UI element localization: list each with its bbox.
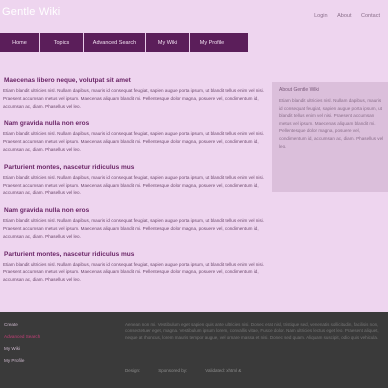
nav-home[interactable]: Home	[0, 33, 40, 52]
footer-link-advanced-search[interactable]: Advanced Search	[4, 334, 40, 339]
nav-my-profile[interactable]: My Profile	[190, 33, 234, 52]
nav-topics[interactable]: Topics	[40, 33, 84, 52]
article-title[interactable]: Parturient montes, nascetur ridiculus mu…	[4, 251, 271, 258]
site-header: Gentle Wiki Login About Contact	[0, 0, 388, 32]
footer-link-create[interactable]: Create	[4, 322, 40, 327]
credit-sponsored: Sponsored by:	[158, 368, 188, 373]
credit-validated: Validated: xhtml &	[205, 368, 242, 373]
footer-credits: Design: Sponsored by: Validated: xhtml &	[125, 368, 383, 373]
article: Nam gravida nulla non eros Etiam blandit…	[3, 120, 271, 153]
sidebar-body: Etiam blandit ultricies nisl. Nullam dap…	[279, 98, 384, 149]
article: Maecenas libero neque, volutpat sit amet…	[3, 77, 271, 110]
article: Parturient montes, nascetur ridiculus mu…	[3, 251, 271, 284]
article-body: Etiam blandit ultricies nisl. Nullam dap…	[3, 174, 264, 196]
article-title[interactable]: Parturient montes, nascetur ridiculus mu…	[4, 164, 271, 171]
main-nav: Home Topics Advanced Search My Wiki My P…	[0, 33, 248, 52]
article-body: Etiam blandit ultricies nisl. Nullam dap…	[3, 131, 264, 152]
article-body: Etiam blandit ultricies nisl. Nullam dap…	[3, 261, 264, 283]
credit-design: Design:	[125, 368, 141, 373]
footer-text: Aenean non mi. Vestibulum eget sapien qu…	[125, 322, 379, 340]
footer-link-my-wiki[interactable]: My Wiki	[4, 346, 40, 351]
sidebar-about: About Gentle Wiki Etiam blandit ultricie…	[272, 82, 388, 192]
login-link[interactable]: Login	[314, 13, 327, 19]
nav-advanced-search[interactable]: Advanced Search	[84, 33, 146, 52]
article: Parturient montes, nascetur ridiculus mu…	[3, 164, 271, 197]
contact-link[interactable]: Contact	[361, 13, 380, 19]
article-title[interactable]: Nam gravida nulla non eros	[4, 120, 271, 127]
article-body: Etiam blandit ultricies nisl. Nullam dap…	[3, 218, 264, 239]
nav-my-wiki[interactable]: My Wiki	[146, 33, 190, 52]
top-links: Login About Contact	[306, 13, 380, 19]
site-footer: Create Advanced Search My Wiki My Profil…	[0, 312, 388, 388]
about-link[interactable]: About	[337, 13, 351, 19]
site-logo[interactable]: Gentle Wiki	[2, 6, 60, 18]
main-content: Maecenas libero neque, volutpat sit amet…	[3, 77, 271, 294]
article: Nam gravida nulla non eros Etiam blandit…	[3, 207, 271, 240]
footer-link-my-profile[interactable]: My Profile	[4, 358, 40, 363]
footer-links: Create Advanced Search My Wiki My Profil…	[4, 322, 40, 370]
article-body: Etiam blandit ultricies nisl. Nullam dap…	[3, 88, 264, 109]
article-title[interactable]: Nam gravida nulla non eros	[4, 207, 271, 214]
sidebar-title: About Gentle Wiki	[279, 87, 320, 93]
article-title[interactable]: Maecenas libero neque, volutpat sit amet	[4, 77, 271, 84]
